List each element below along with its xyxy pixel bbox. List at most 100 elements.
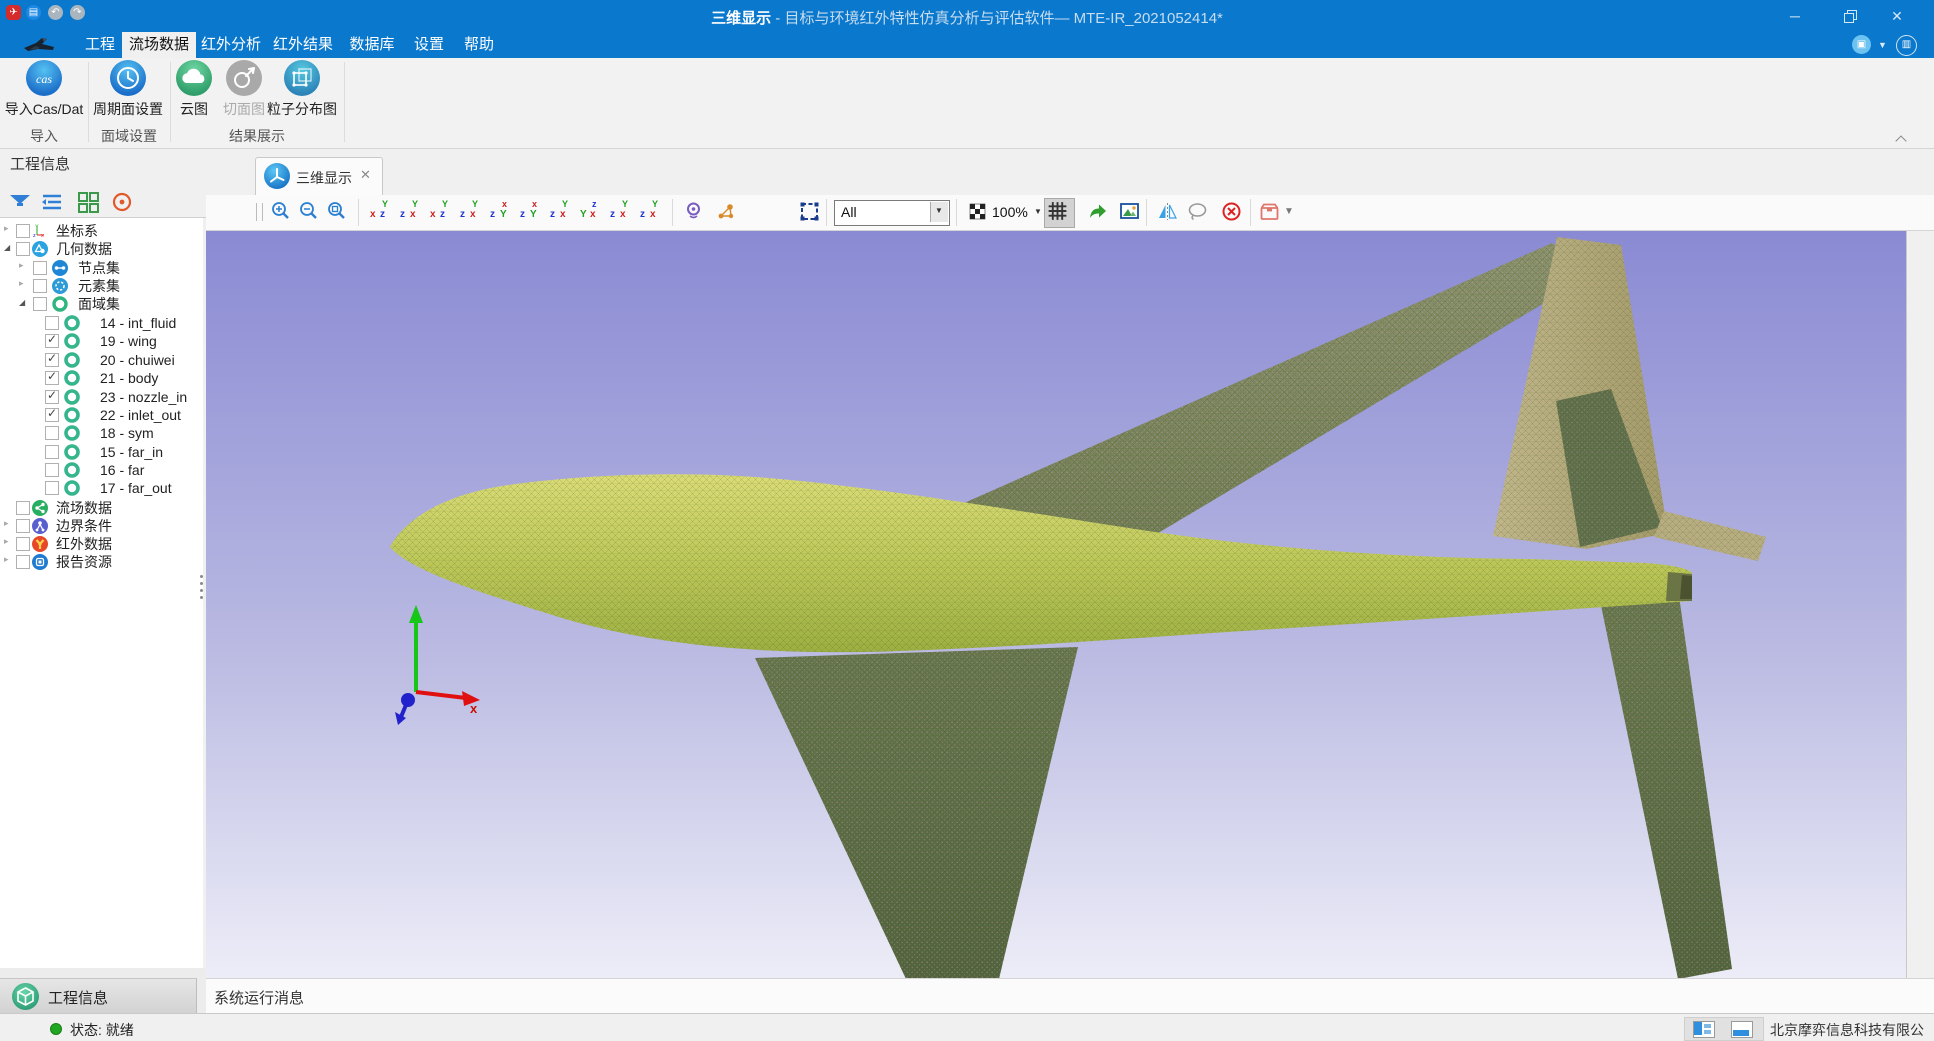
combobox-arrow-button[interactable] xyxy=(930,202,948,222)
expand-arrow[interactable]: ▸ xyxy=(4,554,9,565)
view-right-button[interactable]: zxY xyxy=(456,199,484,225)
layout-toggle-button[interactable]: ▥ xyxy=(1896,35,1917,56)
tree-item-label[interactable]: 报告资源 xyxy=(56,553,112,571)
expand-arrow[interactable]: ▸ xyxy=(19,278,24,289)
tree-item-label[interactable]: 14 - int_fluid xyxy=(100,314,176,332)
checkbox[interactable] xyxy=(16,242,30,256)
export-forward-button[interactable] xyxy=(1084,198,1111,225)
display-filter-combobox[interactable]: All xyxy=(834,200,950,226)
tree-item-label[interactable]: 20 - chuiwei xyxy=(100,351,175,369)
zoom-caret-icon[interactable]: ▼ xyxy=(1034,207,1042,216)
checkbox[interactable] xyxy=(33,279,47,293)
save-scene-button[interactable] xyxy=(1256,198,1283,225)
maximize-button[interactable] xyxy=(1836,8,1862,26)
new-document-button[interactable]: ▤ xyxy=(26,5,41,20)
undo-button[interactable]: ↶ xyxy=(48,5,63,20)
molecule-button[interactable] xyxy=(712,198,739,225)
probe-point-button[interactable] xyxy=(680,198,707,225)
checkbox[interactable] xyxy=(16,555,30,569)
menu-flow-data[interactable]: 流场数据 xyxy=(122,32,196,58)
checkbox[interactable] xyxy=(45,426,59,440)
expand-arrow[interactable]: ▸ xyxy=(19,260,24,271)
redo-button[interactable]: ↷ xyxy=(70,5,85,20)
toolbar-drag-handle[interactable] xyxy=(256,203,263,221)
checkbox[interactable] xyxy=(16,224,30,238)
menu-settings[interactable]: 设置 xyxy=(412,32,446,58)
view-iso-4-button[interactable]: zxY xyxy=(636,199,664,225)
app-launcher-button[interactable]: ✈ xyxy=(6,5,21,20)
close-button[interactable]: ✕ xyxy=(1884,8,1910,26)
tab-close-icon[interactable]: ✕ xyxy=(360,167,371,183)
checkbox[interactable] xyxy=(16,519,30,533)
view-iso-2-button[interactable]: Yxz xyxy=(576,199,604,225)
filter-icon[interactable] xyxy=(8,191,32,213)
minimize-button[interactable]: ─ xyxy=(1782,8,1808,26)
checkbox[interactable] xyxy=(16,537,30,551)
menu-ir-analysis[interactable]: 红外分析 xyxy=(200,32,262,58)
zoom-fit-button[interactable] xyxy=(324,198,351,225)
panel-splitter[interactable] xyxy=(200,575,205,609)
view-iso-3-button[interactable]: zxY xyxy=(606,199,634,225)
style-toggle-button[interactable]: ▣ xyxy=(1852,35,1871,54)
menu-ir-results[interactable]: 红外结果 xyxy=(272,32,334,58)
menu-database[interactable]: 数据库 xyxy=(348,32,396,58)
checkbox[interactable] xyxy=(45,316,59,330)
tree-item-label[interactable]: 节点集 xyxy=(78,259,120,277)
menu-help[interactable]: 帮助 xyxy=(462,32,496,58)
zoom-out-button[interactable] xyxy=(296,198,323,225)
lasso-select-button[interactable] xyxy=(1184,198,1211,225)
ribbon-collapse-button[interactable] xyxy=(1896,134,1906,144)
view-top-button[interactable]: xzY xyxy=(366,199,394,225)
layout-bottom-panel-icon[interactable] xyxy=(1731,1021,1753,1038)
dropdown-caret-icon[interactable]: ▼ xyxy=(1878,40,1887,50)
grid-toggle-button-active[interactable] xyxy=(1044,198,1075,228)
tree-item-label[interactable]: 边界条件 xyxy=(56,517,112,535)
zoom-level-dropdown[interactable]: 100% xyxy=(992,204,1028,220)
view-bottom-button[interactable]: zxY xyxy=(396,199,424,225)
snapshot-image-button[interactable] xyxy=(1116,198,1143,225)
tab-3d-view[interactable]: 三维显示 ✕ xyxy=(255,157,383,196)
transparency-checker-icon[interactable] xyxy=(964,198,991,225)
tree-item-label[interactable]: 22 - inlet_out xyxy=(100,406,181,424)
checkbox[interactable] xyxy=(45,334,59,348)
view-left-button[interactable]: xzY xyxy=(426,199,454,225)
expand-arrow[interactable]: ▸ xyxy=(4,536,9,547)
layout-left-panel-icon[interactable] xyxy=(1693,1021,1715,1038)
project-info-dock-tab[interactable]: 工程信息 xyxy=(0,978,197,1014)
tree-item-label[interactable]: 红外数据 xyxy=(56,535,112,553)
import-cas-dat-button[interactable]: cas 导入Cas/Dat xyxy=(2,60,86,119)
box-select-button[interactable] xyxy=(796,198,823,225)
checkbox[interactable] xyxy=(45,481,59,495)
zoom-in-button[interactable] xyxy=(268,198,295,225)
menu-project[interactable]: 工程 xyxy=(78,32,122,58)
view-iso-1-button[interactable]: zxY xyxy=(546,199,574,225)
expand-arrow[interactable]: ◢ xyxy=(4,243,10,252)
tree-item-label[interactable]: 坐标系 xyxy=(56,222,98,240)
tree-item-label[interactable]: 21 - body xyxy=(100,369,158,387)
contour-plot-button[interactable]: 云图 xyxy=(172,60,216,119)
checkbox[interactable] xyxy=(45,390,59,404)
checkbox[interactable] xyxy=(45,463,59,477)
tree-item-label[interactable]: 17 - far_out xyxy=(100,479,172,497)
view-front-button[interactable]: zYx xyxy=(486,199,514,225)
checkbox[interactable] xyxy=(33,297,47,311)
expand-arrow[interactable]: ◢ xyxy=(19,298,25,307)
checkbox[interactable] xyxy=(45,371,59,385)
tree-item-label[interactable]: 几何数据 xyxy=(56,240,112,258)
tree-item-label[interactable]: 元素集 xyxy=(78,277,120,295)
tree-item-label[interactable]: 15 - far_in xyxy=(100,443,163,461)
checkbox[interactable] xyxy=(45,445,59,459)
checkbox[interactable] xyxy=(45,408,59,422)
tree-item-label[interactable]: 16 - far xyxy=(100,461,144,479)
3d-viewport[interactable]: x xyxy=(206,231,1906,978)
checkbox[interactable] xyxy=(33,261,47,275)
collapse-list-icon[interactable] xyxy=(40,191,64,213)
mirror-button[interactable] xyxy=(1154,198,1181,225)
expand-arrow[interactable]: ▸ xyxy=(4,223,9,234)
save-options-caret[interactable]: ▼ xyxy=(1284,206,1294,217)
tree-item-label[interactable]: 面域集 xyxy=(78,295,120,313)
tree-item-label[interactable]: 18 - sym xyxy=(100,424,154,442)
expand-arrow[interactable]: ▸ xyxy=(4,518,9,529)
tree-item-label[interactable]: 流场数据 xyxy=(56,499,112,517)
target-icon[interactable] xyxy=(110,191,134,213)
